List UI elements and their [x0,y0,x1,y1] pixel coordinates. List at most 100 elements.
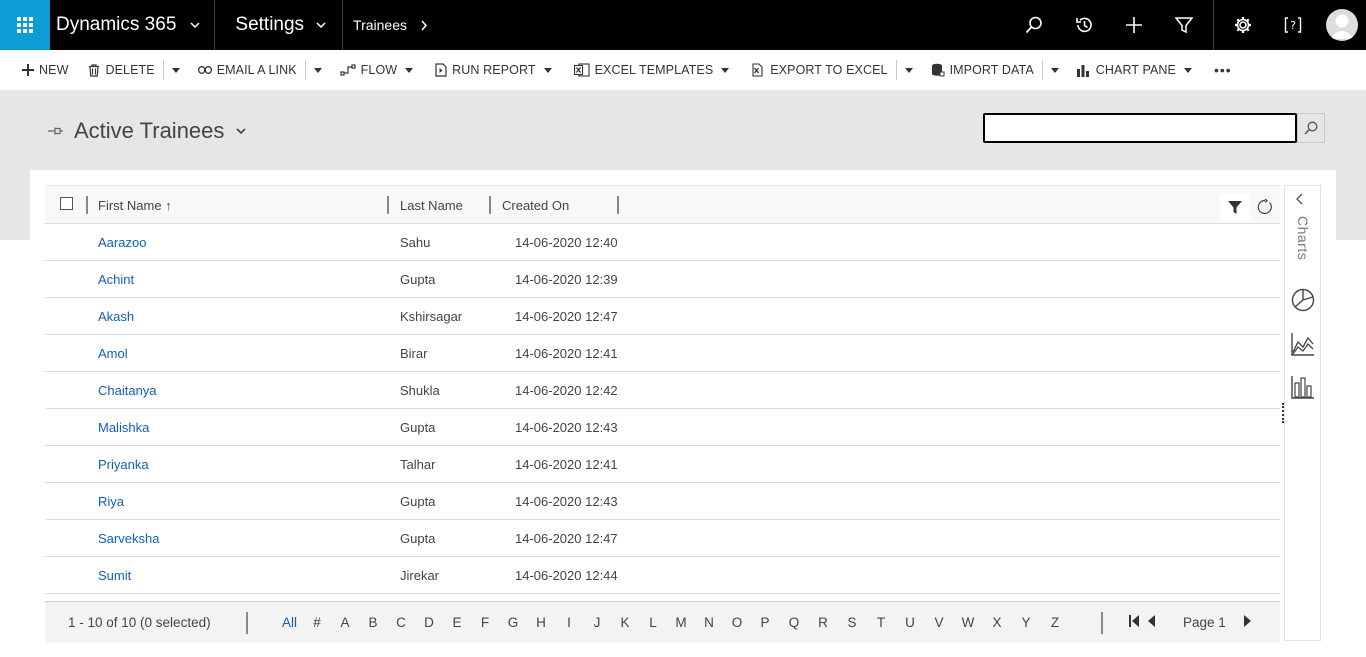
chart-pane: Charts [1284,185,1321,641]
table-row[interactable]: Aarazoo Sahu 14-06-2020 12:40 [45,224,1280,261]
first-page-button[interactable] [1129,614,1143,631]
expand-chart-pane-button[interactable] [1296,190,1303,209]
letter-filter[interactable]: W [960,615,976,630]
export-excel-more-button[interactable] [904,50,913,90]
settings-button[interactable] [1218,0,1268,50]
column-header-first-name[interactable]: First Name ↑ [98,186,172,225]
user-profile-button[interactable] [1318,0,1366,50]
letter-filter[interactable]: B [366,615,380,630]
letter-filter[interactable]: L [646,615,660,630]
caret-down-icon [405,67,414,73]
import-data-button[interactable]: IMPORT DATA [931,50,1034,90]
letter-filter[interactable]: Z [1048,615,1062,630]
letter-filter[interactable]: # [310,615,324,630]
top-nav-bar: Dynamics 365 Settings Trainees ? [0,0,1366,50]
column-divider[interactable] [489,196,491,214]
last-name-cell: Kshirsagar [400,309,463,324]
table-row[interactable]: Priyanka Talhar 14-06-2020 12:41 [45,446,1280,483]
letter-filter[interactable]: R [816,615,830,630]
letter-filter[interactable]: A [338,615,352,630]
view-selector[interactable]: Active Trainees [48,118,246,144]
breadcrumb[interactable]: Trainees [343,17,427,33]
letter-filter[interactable]: K [618,615,632,630]
first-name-link[interactable]: Achint [98,272,134,287]
select-all-checkbox[interactable] [60,197,73,210]
pie-chart-button[interactable] [1291,288,1315,316]
column-divider[interactable] [387,196,389,214]
table-row[interactable]: Riya Gupta 14-06-2020 12:43 [45,483,1280,520]
letter-filter[interactable]: X [990,615,1004,630]
column-divider[interactable] [617,196,619,214]
letter-filter[interactable]: V [932,615,946,630]
first-name-link[interactable]: Priyanka [98,457,149,472]
created-on-cell: 14-06-2020 12:42 [515,383,618,398]
recent-button[interactable] [1059,0,1109,50]
letter-filter[interactable]: D [422,615,436,630]
letter-filter[interactable]: Q [787,615,801,630]
letter-filter[interactable]: H [534,615,548,630]
advanced-find-button[interactable] [1159,0,1209,50]
import-data-more-button[interactable] [1050,50,1059,90]
first-name-link[interactable]: Riya [98,494,124,509]
new-button[interactable]: NEW [22,50,68,90]
letter-filter[interactable]: M [674,615,688,630]
create-button[interactable] [1109,0,1159,50]
letter-filter[interactable]: T [874,615,888,630]
app-name-menu[interactable]: Dynamics 365 [50,0,216,50]
grid-footer: 1 - 10 of 10 (0 selected) All # A B C D … [45,601,1280,643]
letter-filter-all[interactable]: All [282,615,300,630]
letter-filter[interactable]: E [450,615,464,630]
first-name-link[interactable]: Chaitanya [98,383,157,398]
area-chart-button[interactable] [1291,332,1315,360]
area-menu[interactable]: Settings [215,0,344,50]
letter-filter[interactable]: P [758,615,772,630]
table-row[interactable]: Chaitanya Shukla 14-06-2020 12:42 [45,372,1280,409]
table-row[interactable]: Malishka Gupta 14-06-2020 12:43 [45,409,1280,446]
more-commands-button[interactable]: ••• [1214,50,1232,90]
flow-button[interactable]: FLOW [340,50,414,90]
first-name-link[interactable]: Amol [98,346,128,361]
search-submit-button[interactable] [1297,113,1325,143]
export-excel-button[interactable]: EXPORT TO EXCEL [751,50,887,90]
table-row[interactable]: Sarveksha Gupta 14-06-2020 12:47 [45,520,1280,557]
help-button[interactable]: ? [1268,0,1318,50]
next-page-button[interactable] [1243,614,1252,631]
delete-button[interactable]: DELETE [88,50,155,90]
delete-more-button[interactable] [171,50,180,90]
letter-filter[interactable]: O [730,615,744,630]
refresh-button[interactable] [1250,194,1280,220]
app-launcher-button[interactable] [0,0,50,50]
table-row[interactable]: Amol Birar 14-06-2020 12:41 [45,335,1280,372]
letter-filter[interactable]: S [845,615,859,630]
email-link-button[interactable]: EMAIL A LINK [197,50,297,90]
column-header-last-name[interactable]: Last Name [400,186,463,225]
letter-filter[interactable]: J [590,615,604,630]
column-divider[interactable] [86,196,88,214]
first-name-link[interactable]: Sarveksha [98,531,159,546]
letter-filter[interactable]: C [394,615,408,630]
search-input[interactable] [985,115,1295,141]
column-header-created-on[interactable]: Created On [502,186,569,225]
table-row[interactable]: Akash Kshirsagar 14-06-2020 12:47 [45,298,1280,335]
first-name-link[interactable]: Malishka [98,420,149,435]
previous-page-button[interactable] [1147,614,1155,631]
first-name-link[interactable]: Sumit [98,568,131,583]
chart-pane-button[interactable]: CHART PANE [1076,50,1192,90]
first-name-link[interactable]: Aarazoo [98,235,146,250]
letter-filter[interactable]: F [478,615,492,630]
letter-filter[interactable]: Y [1019,615,1033,630]
filter-button[interactable] [1220,194,1250,220]
letter-filter[interactable]: U [903,615,917,630]
table-row[interactable]: Sumit Jirekar 14-06-2020 12:44 [45,557,1280,594]
run-report-button[interactable]: RUN REPORT [435,50,552,90]
search-field[interactable] [983,113,1297,143]
table-row[interactable]: Achint Gupta 14-06-2020 12:39 [45,261,1280,298]
letter-filter[interactable]: I [562,615,576,630]
email-link-more-button[interactable] [313,50,322,90]
letter-filter[interactable]: G [506,615,520,630]
letter-filter[interactable]: N [702,615,716,630]
column-chart-button[interactable] [1291,375,1315,403]
first-name-link[interactable]: Akash [98,309,134,324]
search-button[interactable] [1009,0,1059,50]
excel-templates-button[interactable]: EXCEL TEMPLATES [573,50,730,90]
